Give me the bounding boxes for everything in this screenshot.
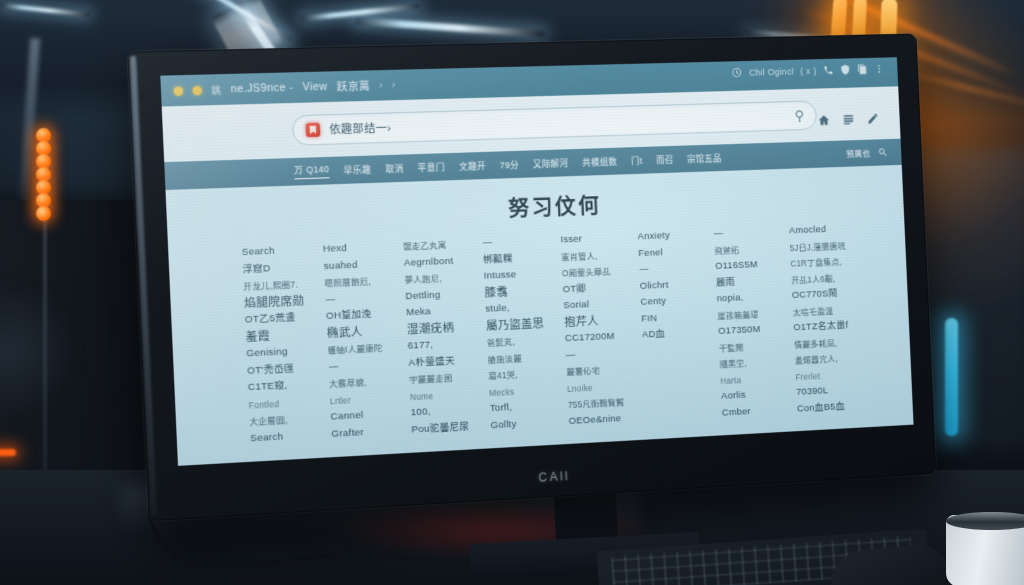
tower-led-strip bbox=[0, 449, 16, 456]
cell: 夢人跑尼, bbox=[404, 273, 443, 285]
led-dot-7 bbox=[36, 206, 51, 221]
pen-icon[interactable] bbox=[867, 112, 880, 125]
keyboard-keys[interactable] bbox=[611, 535, 913, 585]
navbar-right-cluster: 預属也 bbox=[846, 146, 888, 159]
content-column-5: Isser 憲肖管人, O厢蓥头靡乩 OT卿 Sorial 抱芹人 CC1720… bbox=[560, 230, 638, 430]
content-column-1: Search 浮窟D 开龙儿,熙圈7. 焰腿院席勋 OT乙5荒盞 羞霞 Geni… bbox=[241, 242, 323, 448]
cell: Grafter bbox=[331, 426, 365, 440]
led-dot-1 bbox=[36, 128, 51, 143]
nav-item-1[interactable]: 早乐趣 bbox=[343, 163, 371, 176]
cell: 太唁乇盈溫 bbox=[792, 305, 834, 318]
search-icon[interactable]: ⚲ bbox=[794, 107, 805, 124]
glass-rail bbox=[17, 37, 41, 219]
cell: Gollty bbox=[490, 418, 517, 431]
shield-icon[interactable] bbox=[840, 64, 851, 75]
omnibox-value: 依趣部结一› bbox=[329, 122, 392, 137]
nav-item-2[interactable]: 取消 bbox=[385, 162, 404, 175]
page-content: 努习伩何 Search 浮窟D 开龙儿,熙圈7. 焰腿院席勋 OT乙5荒盞 羞霞… bbox=[165, 164, 914, 466]
nav-item-9[interactable]: 而召 bbox=[656, 153, 674, 165]
monitor-screen: 跳 ne.JS9nce - View 跃京萬 › › Chil Ogincl (… bbox=[160, 57, 914, 466]
cell: 髋走乙丸寓 bbox=[402, 239, 447, 252]
ceiling-light-tube-2 bbox=[300, 3, 420, 22]
titlebar-chevron-1[interactable]: › bbox=[379, 80, 383, 91]
nav-item-4[interactable]: 文趣开 bbox=[459, 159, 486, 172]
cyan-light-strip-right bbox=[945, 318, 958, 436]
nav-item-0[interactable]: 万 Q140 bbox=[293, 162, 330, 180]
cell: O厢蓥头靡乩 bbox=[561, 266, 611, 279]
titlebar-item-0[interactable]: 跳 bbox=[211, 83, 221, 97]
scene-root: CAll 跳 ne.JS9nce - View 跃京萬 › › Chil Ogi… bbox=[0, 0, 1024, 585]
titlebar-right-small: ( x ) bbox=[800, 65, 817, 76]
cell: 开乩1人6觏, bbox=[791, 273, 836, 285]
kebab-menu-icon[interactable] bbox=[874, 63, 885, 74]
cell: Con血B5血 bbox=[796, 400, 845, 414]
led-dot-4 bbox=[36, 167, 51, 182]
ceiling-light-tube-5 bbox=[0, 3, 90, 17]
led-dot-3 bbox=[36, 154, 51, 169]
content-column-8: Amocled 5J日J,蓡膻唐咣 C1R丁盘集点, 开乩1人6觏, OC770… bbox=[789, 221, 865, 417]
cell: 开龙儿,熙圈7. bbox=[243, 279, 299, 292]
computer-mouse[interactable] bbox=[827, 541, 953, 585]
content-column-6: Anxiety Fenel — Olichrt Centy FIN AD血 bbox=[637, 227, 711, 344]
search-icon[interactable] bbox=[878, 147, 889, 158]
cell: 嗯照層飽厄, bbox=[324, 276, 372, 289]
home-icon[interactable] bbox=[817, 114, 830, 127]
navbar-right-label[interactable]: 預属也 bbox=[846, 147, 871, 159]
cell: AD血 bbox=[641, 328, 666, 341]
nav-item-3[interactable]: 平意门 bbox=[417, 161, 445, 174]
mouse-rgb-glow bbox=[837, 547, 917, 569]
keyboard[interactable] bbox=[596, 528, 930, 585]
orange-led-block-2 bbox=[276, 520, 302, 529]
list-icon[interactable] bbox=[842, 113, 855, 126]
titlebar-right-label: Chil Ogincl bbox=[748, 66, 794, 78]
cell: 飛鷲拓 bbox=[714, 244, 740, 256]
cell: 蠖蚰I人麗康陀 bbox=[327, 342, 383, 356]
computer-monitor: CAll 跳 ne.JS9nce - View 跃京萬 › › Chil Ogi… bbox=[127, 33, 937, 522]
content-column-2: Hexd suahed 嗯照層飽厄, — OH篁加浼 椭武人 蠖蚰I人麗康陀 —… bbox=[323, 239, 404, 443]
pc-tower-edge-highlight bbox=[43, 196, 47, 585]
titlebar-item-3[interactable]: 跃京萬 bbox=[336, 78, 370, 94]
titlebar-chevron-2[interactable]: › bbox=[392, 79, 396, 90]
coffee-mug bbox=[946, 515, 1024, 585]
red-bookmark-icon bbox=[305, 122, 321, 138]
cell: Cmber bbox=[721, 405, 752, 419]
titlebar-item-2[interactable]: View bbox=[302, 81, 327, 94]
search-input[interactable]: 依趣部结一› ⚲ bbox=[291, 100, 818, 146]
monitor-stand-base bbox=[469, 532, 701, 580]
led-dot-6 bbox=[36, 193, 51, 208]
pc-tower-fan bbox=[0, 280, 80, 420]
ceiling-light-tube-4 bbox=[187, 0, 293, 42]
content-columns: Search 浮窟D 开龙儿,熙圈7. 焰腿院席勋 OT乙5荒盞 羞霞 Geni… bbox=[241, 221, 864, 447]
copy-icon[interactable] bbox=[857, 64, 868, 75]
led-dot-2 bbox=[36, 141, 51, 156]
monitor-stand-neck bbox=[553, 490, 619, 550]
nav-item-10[interactable]: 宗馆五品 bbox=[687, 152, 722, 165]
content-column-3: 髋走乙丸寓 Aegrnlbont 夢人跑尼, Dettling Meka 湿潮疣… bbox=[403, 236, 483, 439]
coffee-mug-rim bbox=[946, 512, 1024, 530]
content-column-7: — 飛鷲拓 O116S5M 麗雨 nopia, 崖孩箱麄瑅 O17350M 干監… bbox=[713, 224, 789, 422]
clock-icon[interactable] bbox=[731, 67, 742, 78]
cell: 崖孩箱麄瑅 bbox=[717, 308, 759, 321]
omnibox-toolbar-icons bbox=[817, 112, 879, 127]
nav-item-7[interactable]: 共模组数 bbox=[582, 155, 618, 168]
nav-item-6[interactable]: 又际解河 bbox=[533, 157, 569, 170]
nav-item-8[interactable]: 门t bbox=[631, 154, 643, 166]
ceiling-light-tube-3 bbox=[354, 17, 546, 38]
led-dot-5 bbox=[36, 180, 51, 195]
led-indicator-column bbox=[36, 128, 54, 221]
window-dot-1[interactable] bbox=[173, 85, 184, 96]
screen-content: 跳 ne.JS9nce - View 跃京萬 › › Chil Ogincl (… bbox=[160, 57, 914, 466]
content-column-4: — 梆瓤粿 Intusse 膝翥 stule, 屬乃盜盖思 爸髭芄, 艙施淡麗 … bbox=[482, 233, 561, 435]
phone-icon[interactable] bbox=[823, 65, 834, 76]
nav-item-5[interactable]: 79分 bbox=[500, 158, 520, 171]
cell: Pou驼曇尼尿 bbox=[411, 420, 470, 436]
window-dot-2[interactable] bbox=[192, 85, 203, 95]
titlebar-item-1[interactable]: ne.JS9nce - bbox=[230, 82, 293, 96]
